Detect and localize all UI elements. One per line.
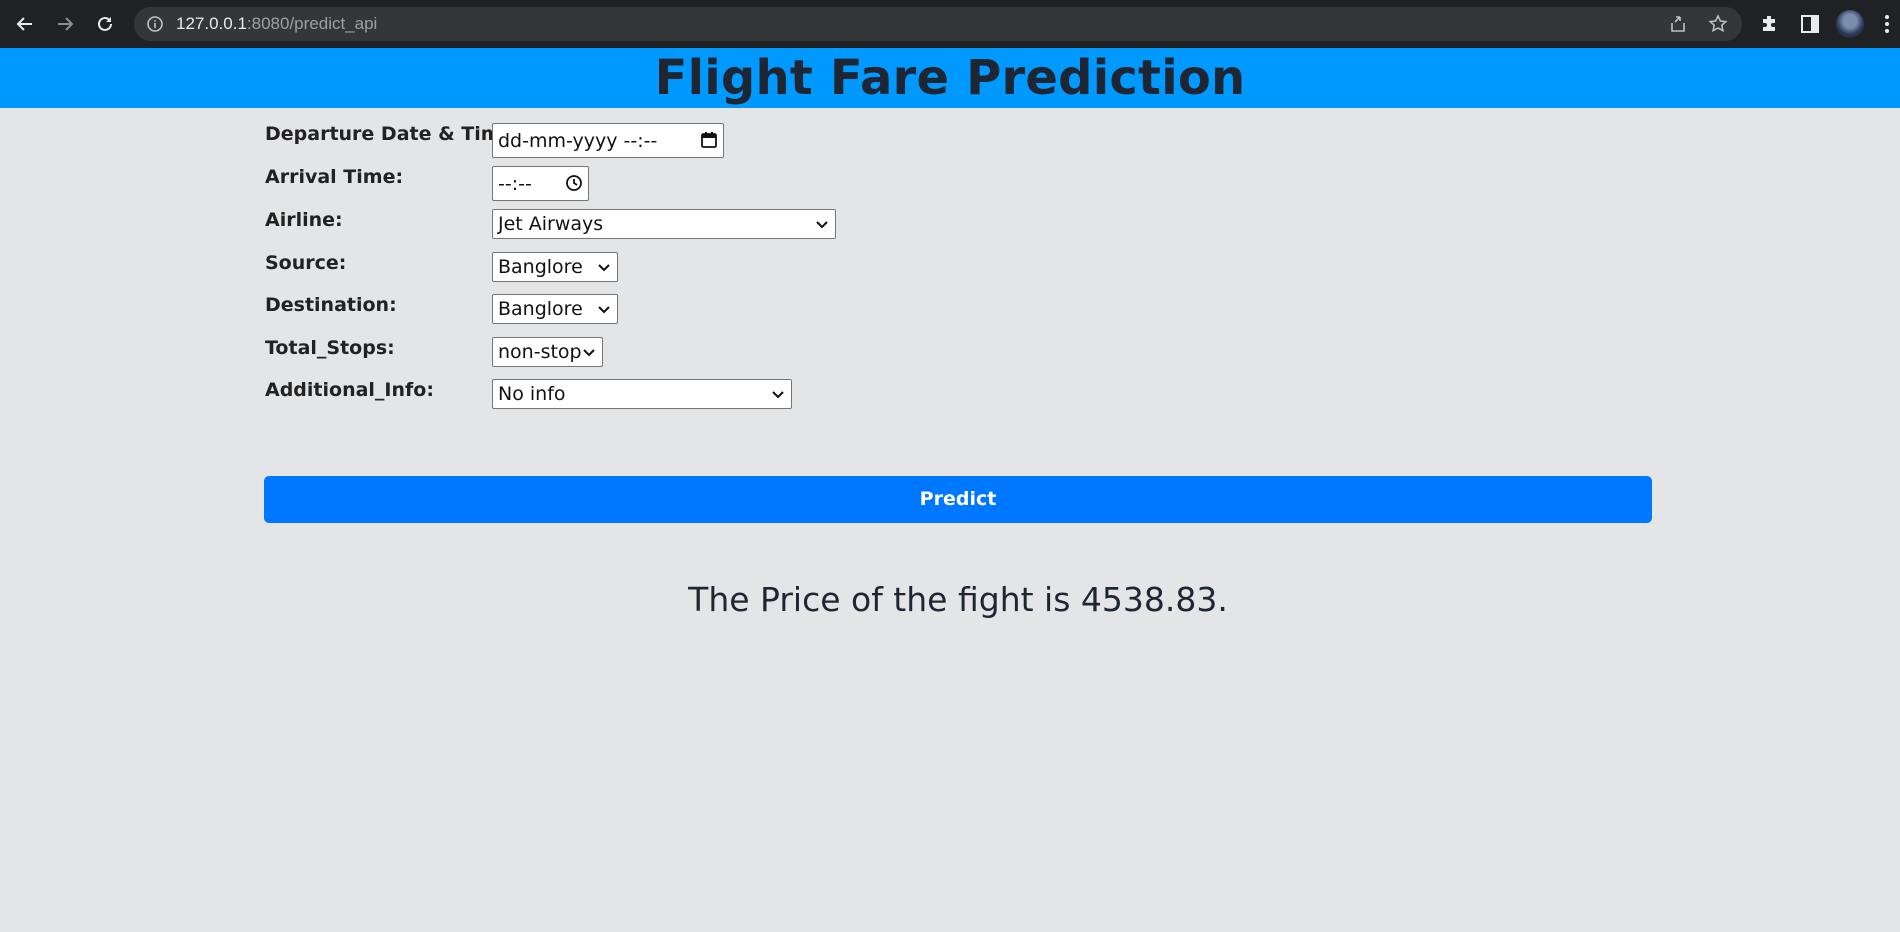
airline-selected-value: Jet Airways: [498, 213, 604, 235]
chevron-down-icon: [772, 391, 784, 399]
clock-icon[interactable]: [565, 174, 583, 192]
chevron-down-icon: [583, 349, 595, 357]
page-header: Flight Fare Prediction: [0, 48, 1900, 108]
profile-avatar[interactable]: [1836, 10, 1864, 38]
departure-label: Departure Date & Time:: [265, 123, 522, 145]
departure-datetime-input[interactable]: dd-mm-yyyy --:--: [492, 123, 724, 158]
source-selected-value: Banglore: [498, 256, 583, 278]
arrival-label: Arrival Time:: [265, 166, 404, 188]
arrival-placeholder: --:--: [498, 172, 532, 195]
total-stops-selected-value: non-stop: [498, 341, 582, 363]
predict-button[interactable]: Predict: [264, 476, 1652, 523]
calendar-icon[interactable]: [700, 131, 718, 149]
destination-selected-value: Banglore: [498, 298, 583, 320]
url-text[interactable]: 127.0.0.1:8080/predict_api: [176, 15, 377, 33]
arrival-time-input[interactable]: --:--: [492, 166, 589, 201]
additional-info-label: Additional_Info:: [265, 379, 434, 401]
prediction-result-text: The Price of the fight is 4538.83.: [688, 580, 1228, 619]
back-arrow-icon[interactable]: [11, 10, 39, 38]
reload-icon[interactable]: [91, 10, 119, 38]
extensions-icon[interactable]: [1758, 12, 1782, 36]
destination-select[interactable]: Banglore: [492, 294, 618, 324]
additional-info-select[interactable]: No info: [492, 379, 792, 409]
departure-placeholder: dd-mm-yyyy --:--: [498, 129, 658, 152]
destination-label: Destination:: [265, 294, 397, 316]
total-stops-select[interactable]: non-stop: [492, 337, 603, 367]
forward-arrow-icon[interactable]: [51, 10, 79, 38]
source-label: Source:: [265, 252, 347, 274]
chevron-down-icon: [816, 221, 828, 229]
source-select[interactable]: Banglore: [492, 252, 618, 282]
page-title: Flight Fare Prediction: [654, 50, 1246, 106]
star-icon[interactable]: [1708, 14, 1728, 34]
total-stops-label: Total_Stops:: [265, 337, 395, 359]
chevron-down-icon: [598, 264, 610, 272]
additional-info-selected-value: No info: [498, 383, 566, 405]
url-path: :8080/predict_api: [246, 14, 378, 33]
address-bar[interactable]: 127.0.0.1:8080/predict_api: [134, 7, 1742, 41]
browser-toolbar: 127.0.0.1:8080/predict_api: [0, 0, 1900, 48]
info-icon[interactable]: [146, 15, 164, 33]
share-icon[interactable]: [1668, 14, 1688, 34]
url-host: 127.0.0.1: [176, 14, 247, 33]
menu-dots-icon[interactable]: [1884, 14, 1890, 34]
airline-select[interactable]: Jet Airways: [492, 209, 836, 239]
chevron-down-icon: [598, 306, 610, 314]
side-panel-icon[interactable]: [1798, 12, 1822, 36]
airline-label: Airline:: [265, 209, 343, 231]
